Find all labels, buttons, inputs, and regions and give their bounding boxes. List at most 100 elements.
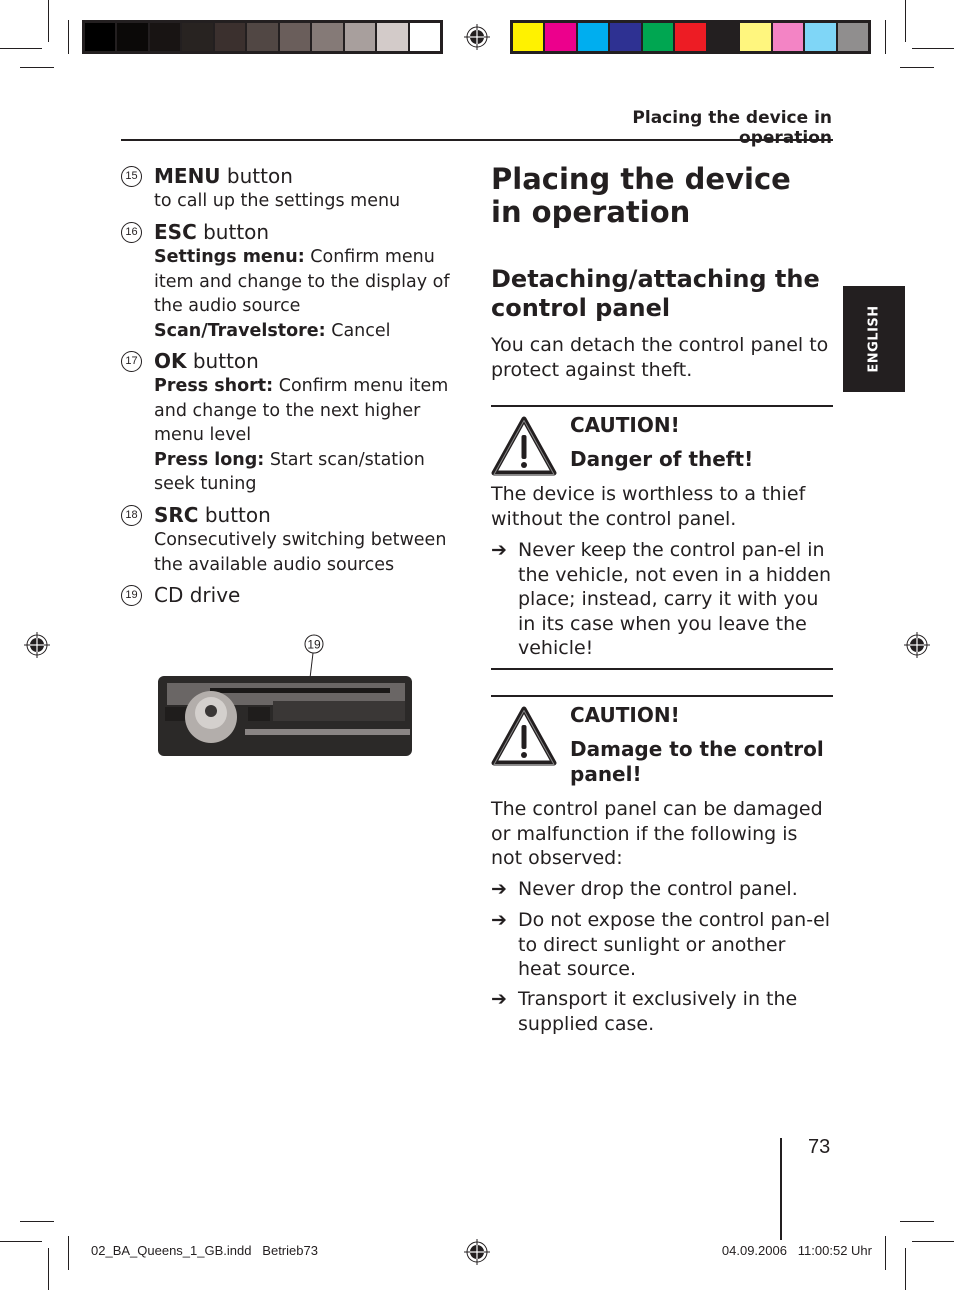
running-head: Placing the device in operation <box>632 108 832 148</box>
caution-subtitle: Danger of theft! <box>570 447 754 471</box>
arrow-right-icon: ➔ <box>491 539 507 561</box>
item-name: MENU <box>154 164 221 188</box>
crop-mark <box>905 0 906 42</box>
item-name: OK <box>154 349 187 373</box>
warning-triangle-icon <box>491 416 557 476</box>
callout-label: 19 <box>307 638 321 652</box>
control-item-ok: 17 OK button Press short: Confirm menu i… <box>121 348 461 497</box>
item-number-badge: 15 <box>121 166 142 187</box>
desc-label: Scan/Travelstore: <box>154 320 326 341</box>
item-description: Settings menu: Confirm menu item and cha… <box>154 245 461 319</box>
desc-label: Settings menu: <box>154 247 305 267</box>
caution-body: The control panel can be damaged or malf… <box>491 798 823 869</box>
color-swatch <box>247 23 278 51</box>
item-name: SRC <box>154 503 199 527</box>
item-description: Press short: Confirm menu item and chang… <box>154 374 461 448</box>
crop-mark <box>905 1248 906 1290</box>
arrow-right-icon: ➔ <box>491 988 507 1010</box>
color-swatch <box>740 23 771 51</box>
control-item-esc: 16 ESC button Settings menu: Confirm men… <box>121 219 461 343</box>
item-suffix: button <box>220 164 293 188</box>
section-title: Detaching/attaching the control panel <box>491 265 820 322</box>
right-button <box>248 707 270 721</box>
control-panel-illustration: 19 <box>158 634 412 756</box>
item-title: SRC button <box>154 502 461 528</box>
caution-bullet: ➔ Never drop the control panel. <box>491 877 833 902</box>
color-swatch <box>377 23 408 51</box>
crop-mark <box>900 1221 934 1222</box>
registration-mark-icon <box>464 24 490 50</box>
registration-mark-icon <box>24 632 50 658</box>
desc-text: to call up the settings menu <box>154 191 401 211</box>
desc-label: Press short: <box>154 376 274 396</box>
item-description: Press long: Start scan/station seek tuni… <box>154 448 461 497</box>
item-description: to call up the settings menu <box>154 189 461 214</box>
crop-mark <box>885 20 886 54</box>
caution-heading: CAUTION! <box>570 413 680 437</box>
bullet-text: Never keep the control pan-el in the veh… <box>518 539 832 659</box>
bullet-text: Do not expose the control pan-el to dire… <box>518 909 831 980</box>
item-number-badge: 18 <box>121 505 142 526</box>
item-number-badge: 16 <box>121 222 142 243</box>
item-title: CD drive <box>154 582 461 608</box>
item-title: OK button <box>154 348 461 374</box>
crop-mark <box>48 0 49 42</box>
slug-timestamp: 04.09.2006 11:00:52 Uhr <box>721 1243 872 1258</box>
display-window <box>273 701 405 721</box>
color-swatch <box>409 23 440 51</box>
color-swatch <box>675 23 706 51</box>
trim-strip <box>245 729 410 735</box>
crop-mark <box>20 1221 54 1222</box>
color-swatch <box>610 23 641 51</box>
color-swatch <box>837 23 868 51</box>
crop-mark <box>912 48 954 49</box>
slug-filename: 02_BA_Queens_1_GB.indd Betrieb73 <box>91 1243 318 1258</box>
color-swatch <box>214 23 246 51</box>
item-number-badge: 19 <box>121 585 142 606</box>
bullet-text: Never drop the control panel. <box>518 878 798 900</box>
arrow-right-icon: ➔ <box>491 909 507 931</box>
caution-bullet: ➔ Never keep the control pan-el in the v… <box>491 538 833 661</box>
desc-text: Consecutively switching between the avai… <box>154 530 447 575</box>
crop-mark <box>0 1241 42 1242</box>
arrow-right-icon: ➔ <box>491 878 507 900</box>
language-tab-label: ENGLISH <box>866 305 882 373</box>
item-suffix: button <box>198 503 271 527</box>
caution-subtitle: Damage to the control panel! <box>570 737 824 786</box>
desc-label: Press long: <box>154 449 265 470</box>
crop-mark <box>900 67 934 68</box>
caution-heading: CAUTION! <box>570 703 680 727</box>
color-swatch <box>117 23 148 51</box>
color-swatch <box>772 23 804 51</box>
color-swatch <box>149 23 181 51</box>
page-number-rule <box>780 1138 782 1240</box>
process-color-bar <box>510 20 871 54</box>
language-tab: ENGLISH <box>843 286 905 392</box>
knob-center <box>205 705 217 717</box>
color-swatch <box>707 23 739 51</box>
crop-mark <box>68 20 69 54</box>
caution-rule-top <box>491 405 833 407</box>
item-suffix: button <box>186 349 259 373</box>
item-suffix: button <box>196 220 270 244</box>
color-swatch <box>279 23 311 51</box>
caution-body: The device is worthless to a thief witho… <box>491 483 806 530</box>
page-title: Placing the device in operation <box>491 162 791 229</box>
header-rule <box>121 139 833 141</box>
crop-mark <box>20 67 54 68</box>
color-swatch <box>642 23 674 51</box>
caution-bullet: ➔ Transport it exclusively in the suppli… <box>491 987 833 1036</box>
color-swatch <box>85 23 116 51</box>
warning-triangle-icon <box>491 706 557 766</box>
crop-mark <box>68 1236 69 1270</box>
registration-mark-icon <box>464 1239 490 1265</box>
registration-mark-icon <box>904 632 930 658</box>
crop-mark <box>48 1248 49 1290</box>
intro-text: You can detach the control panel to prot… <box>491 334 829 381</box>
caution-rule-top <box>491 695 833 697</box>
item-description: Consecutively switching between the avai… <box>154 528 461 577</box>
item-description: Scan/Travelstore: Cancel <box>154 319 461 344</box>
cd-slot <box>210 688 390 693</box>
crop-mark <box>912 1241 954 1242</box>
control-item-menu: 15 MENU button to call up the settings m… <box>121 163 461 214</box>
